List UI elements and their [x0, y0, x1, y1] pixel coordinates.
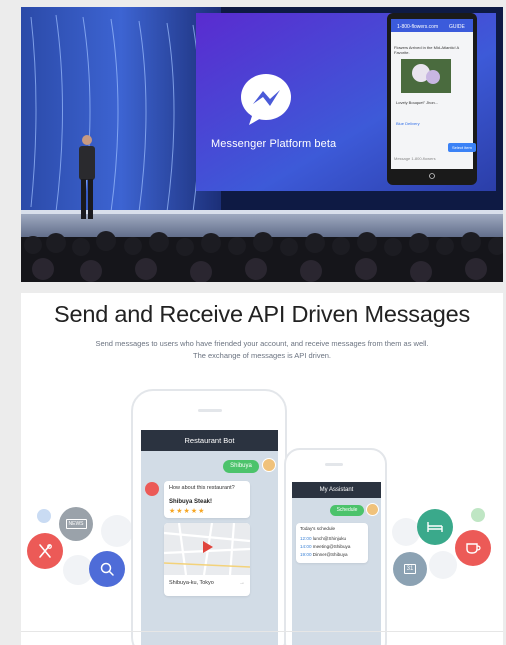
- phone-speaker: [198, 409, 222, 412]
- phone-product-caption: Lovely Bouquet" Jhon...: [396, 100, 439, 105]
- restaurant-name: Shibuya Steak!: [169, 499, 213, 505]
- panel-divider: [21, 631, 503, 632]
- panel-title: Send and Receive API Driven Messages: [53, 301, 471, 327]
- schedule-card: Today's schedule 12:00 lunch@Shinjuku 14…: [296, 523, 368, 563]
- restaurant-icon: [27, 533, 63, 569]
- assistant-user-bubble: Schedule: [330, 505, 364, 516]
- schedule-time: 19:00: [300, 552, 312, 557]
- restaurant-bot-header: Restaurant Bot: [141, 430, 278, 451]
- decor-circle: [101, 515, 133, 547]
- search-icon: [89, 551, 125, 587]
- phone-message-input: Message 1-800-flowers: [394, 156, 436, 161]
- schedule-text: meeting@Shibuya: [312, 544, 351, 549]
- user-message-bubble: Shibuya: [223, 460, 259, 473]
- map-card: Shibuya-ku, Tokyo →: [164, 523, 250, 596]
- schedule-text: lunch@Shinjuku: [312, 536, 347, 541]
- hotel-bed-icon: [417, 509, 453, 545]
- phone-product-link: Blue Delivery: [396, 121, 420, 126]
- schedule-item: 14:00 meeting@Shibuya: [300, 543, 350, 551]
- screen-label: Messenger Platform beta: [211, 138, 337, 150]
- fork-knife-icon: [39, 544, 52, 558]
- phone-speaker: [325, 463, 343, 466]
- assistant-user-avatar: [366, 503, 379, 516]
- schedule-time: 12:00: [300, 536, 312, 541]
- calendar-icon-label: 31: [403, 564, 417, 574]
- map-caption: Shibuya-ku, Tokyo: [169, 580, 214, 586]
- subtitle-line-1: Send messages to users who have friended…: [95, 339, 429, 348]
- phone-select-button: Select item: [448, 143, 476, 152]
- magnifier-glyph: [100, 562, 114, 576]
- assistant-header: My Assistant: [292, 482, 381, 498]
- bot-question: How about this restaurant?: [169, 485, 235, 491]
- restaurant-card: How about this restaurant? Shibuya Steak…: [164, 481, 250, 518]
- schedule-item: 12:00 lunch@Shinjuku: [300, 535, 346, 543]
- schedule-item: 19:00 Dinner@Shibuya: [300, 551, 348, 559]
- keynote-photo: Messenger Platform beta 1-800-flowers.co…: [21, 7, 503, 282]
- audience: [21, 231, 503, 282]
- feature-panel: Send and Receive API Driven Messages Sen…: [21, 293, 503, 645]
- rating-stars: ★★★★★: [169, 508, 206, 515]
- cup-glyph: [466, 543, 481, 554]
- schedule-time: 14:00: [300, 544, 312, 549]
- panel-subtitle: Send messages to users who have friended…: [21, 338, 503, 362]
- map-arrow-icon: →: [239, 580, 245, 586]
- restaurant-bot-phone: Restaurant Bot Shibuya How about this re…: [131, 389, 287, 645]
- coffee-icon: [455, 530, 491, 566]
- user-avatar: [262, 458, 276, 472]
- map-thumbnail: [164, 523, 250, 576]
- page: Messenger Platform beta 1-800-flowers.co…: [0, 0, 506, 645]
- phone-chat-title: 1-800-flowers.com: [397, 24, 439, 30]
- schedule-text: Dinner@Shibuya: [312, 552, 348, 557]
- bot-avatar-icon: [145, 482, 159, 496]
- schedule-title: Today's schedule: [300, 526, 336, 531]
- phone-chat-message: Flowers Arrived in the Mid-Atlantic! A F…: [394, 45, 459, 55]
- bed-glyph: [427, 522, 443, 532]
- calendar-icon: 31: [393, 552, 427, 586]
- assistant-phone: My Assistant Schedule Today's schedule 1…: [284, 448, 387, 645]
- phone-chat-tag: GUIDE: [449, 24, 465, 30]
- subtitle-line-2: The exchange of messages is API driven.: [193, 351, 331, 360]
- news-icon: NEWS: [59, 507, 93, 541]
- news-icon-label: NEWS: [65, 519, 87, 529]
- decor-circle: [392, 518, 420, 546]
- restaurant-bot-screen: Restaurant Bot Shibuya How about this re…: [141, 430, 278, 645]
- decor-dot: [37, 509, 51, 523]
- assistant-screen: My Assistant Schedule Today's schedule 1…: [292, 482, 381, 645]
- decor-circle: [429, 551, 457, 579]
- decor-dot: [471, 508, 485, 522]
